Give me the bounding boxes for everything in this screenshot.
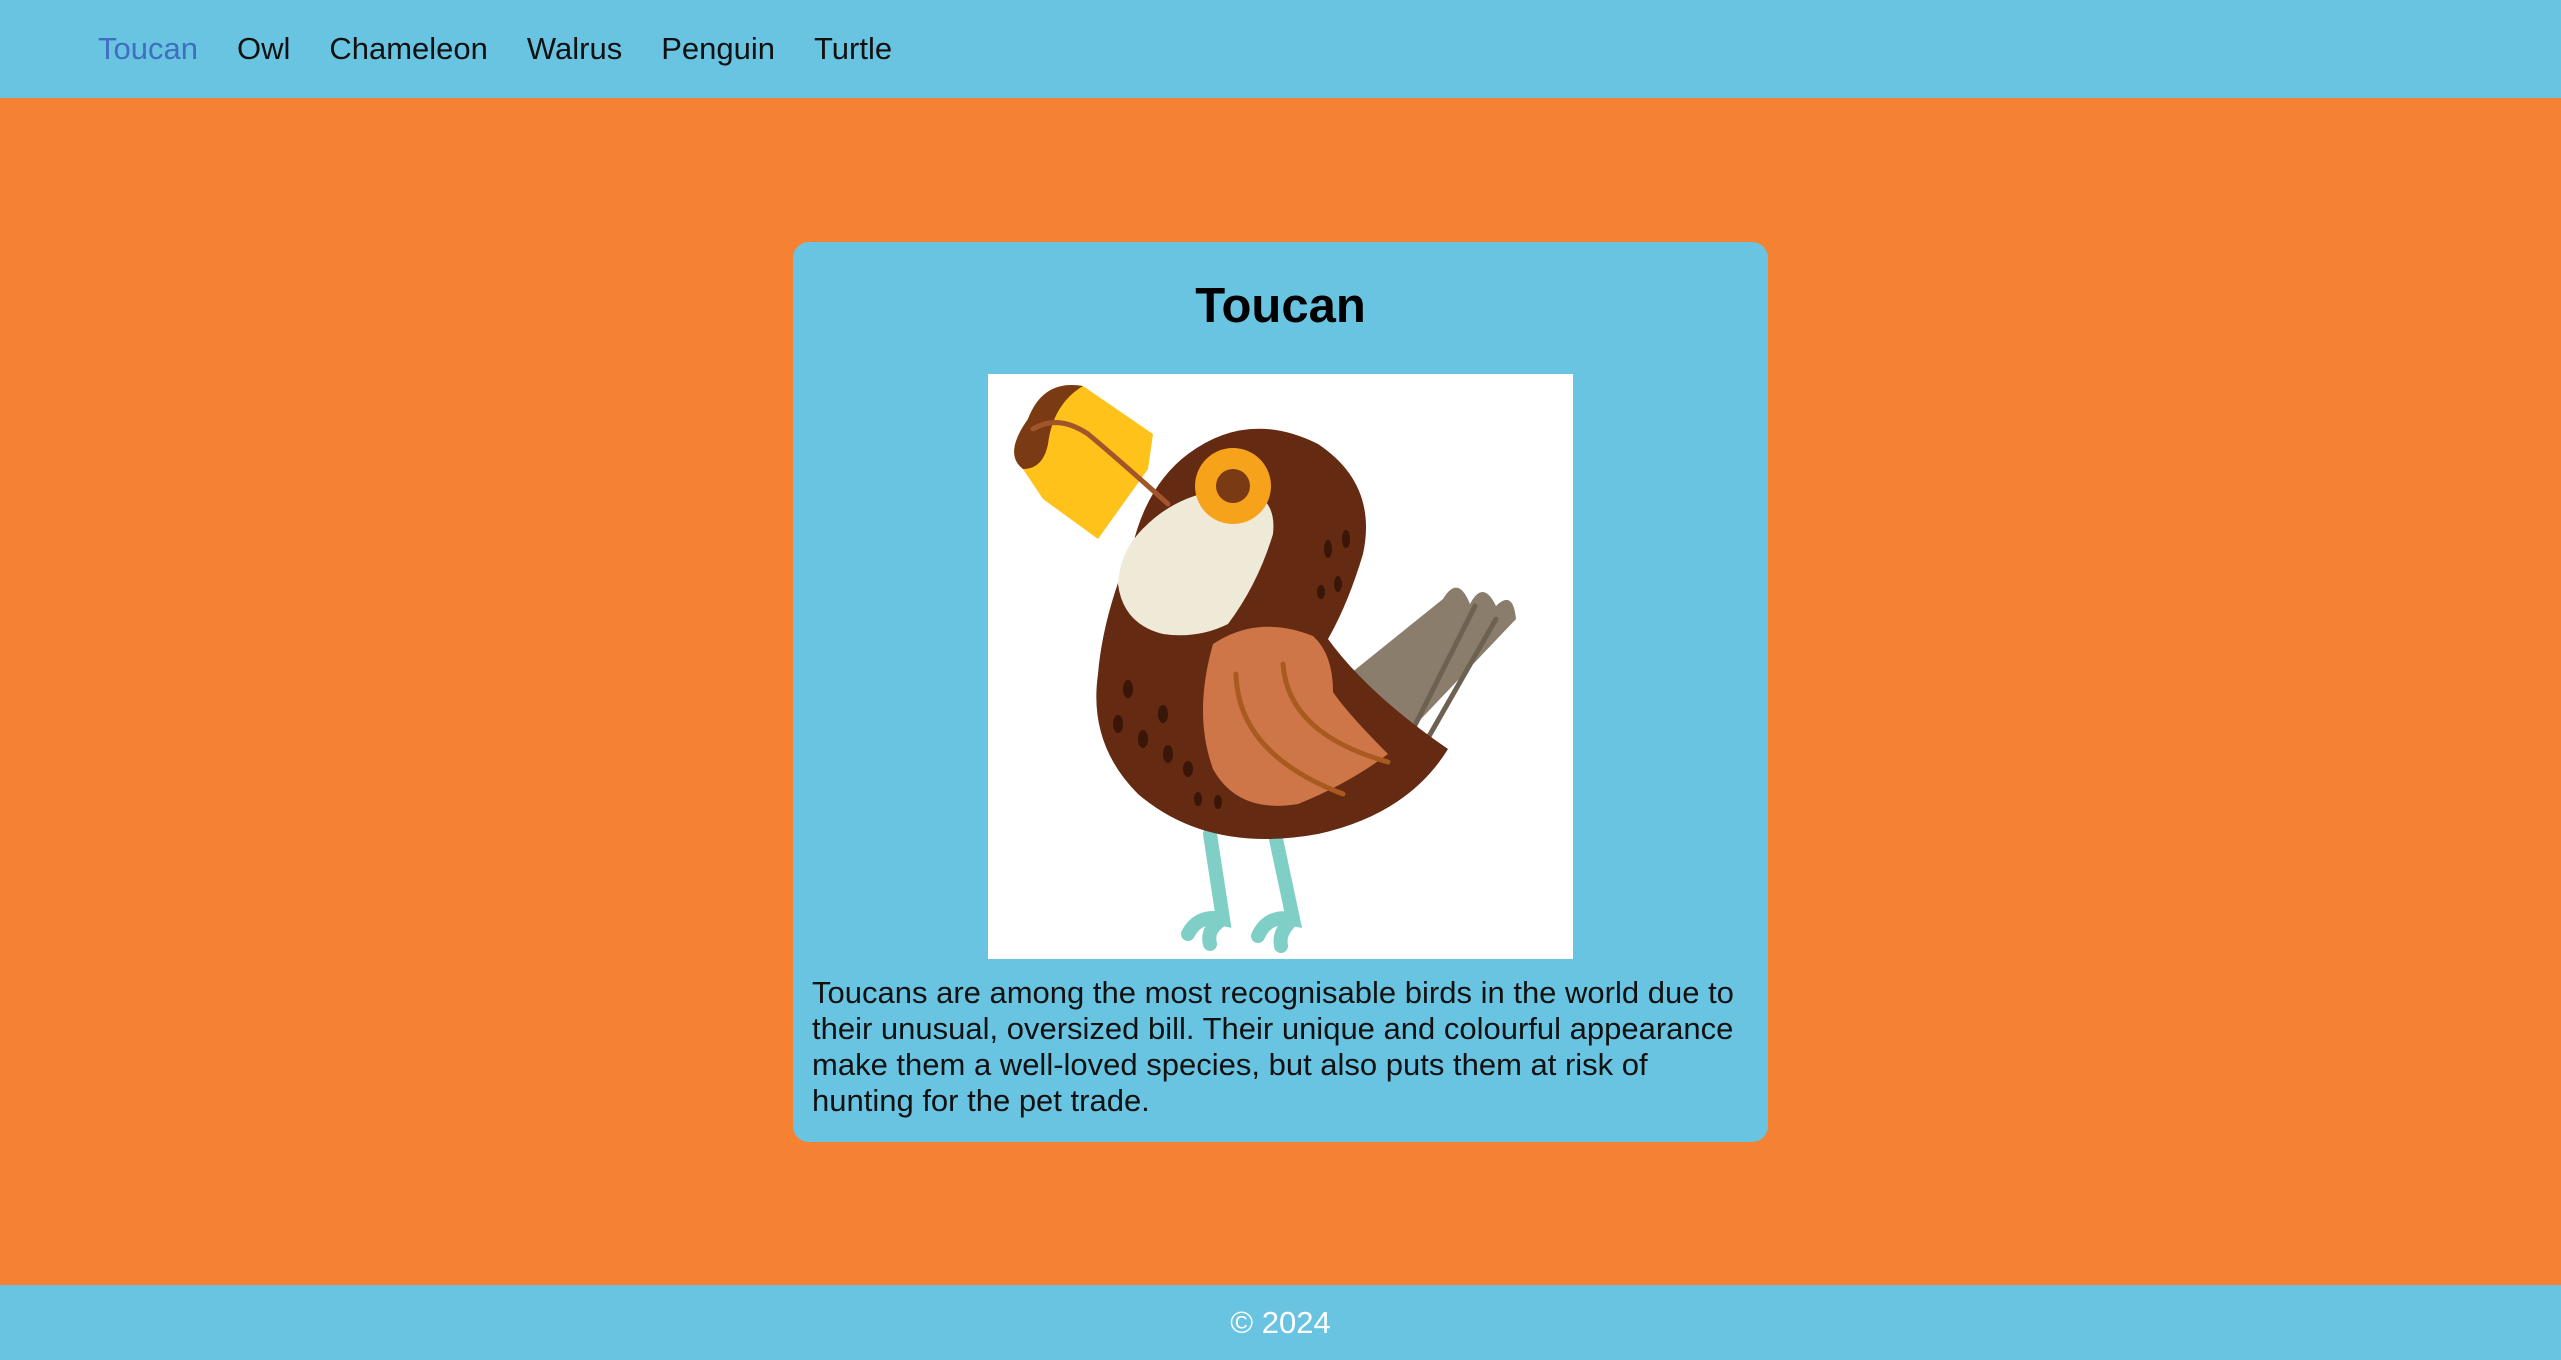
nav-link-toucan[interactable]: Toucan	[98, 31, 198, 67]
toucan-image	[988, 374, 1573, 959]
nav-link-chameleon[interactable]: Chameleon	[329, 31, 488, 67]
nav-link-owl[interactable]: Owl	[237, 31, 290, 67]
legs	[1181, 827, 1303, 953]
toucan-illustration	[1014, 384, 1516, 953]
footer: © 2024	[0, 1285, 2561, 1360]
nav-link-walrus[interactable]: Walrus	[527, 31, 622, 67]
card-title: Toucan	[1195, 279, 1366, 333]
nav-link-penguin[interactable]: Penguin	[661, 31, 775, 67]
nav-link-turtle[interactable]: Turtle	[814, 31, 892, 67]
eye	[1195, 448, 1271, 524]
card-description: Toucans are among the most recognisable …	[812, 975, 1734, 1118]
top-navigation: Toucan Owl Chameleon Walrus Penguin Turt…	[0, 0, 2561, 98]
copyright-text: © 2024	[1230, 1304, 1331, 1340]
